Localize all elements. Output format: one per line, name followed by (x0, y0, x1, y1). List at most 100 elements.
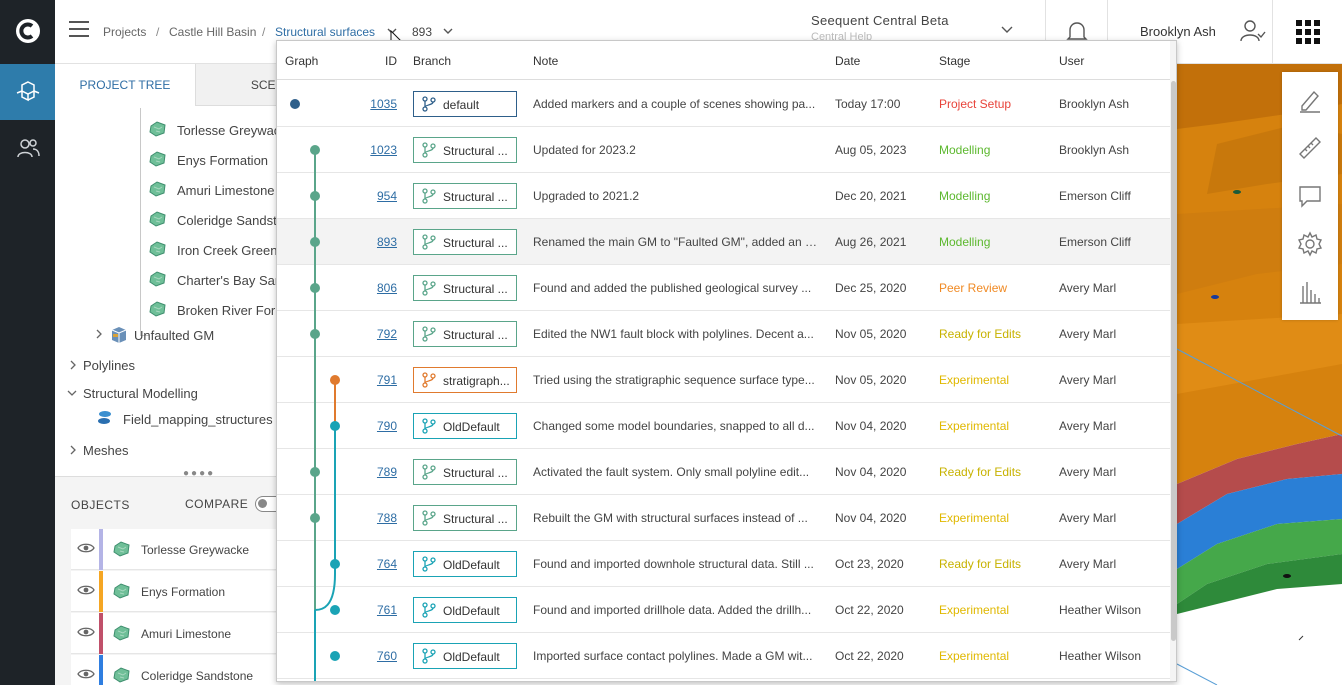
history-row[interactable]: 1023 Structural ... Updated for 2023.2 Aug … (277, 127, 1170, 173)
branch-tag[interactable]: OldDefault (413, 413, 517, 439)
surface-icon (149, 241, 166, 257)
version-id-link[interactable]: 806 (357, 281, 397, 295)
graph-commit-node[interactable] (310, 145, 320, 155)
version-id-link[interactable]: 789 (357, 465, 397, 479)
history-row[interactable]: 790 OldDefault Changed some model boundari… (277, 403, 1170, 449)
branch-tag[interactable]: default (413, 91, 517, 117)
branch-tag[interactable]: Structural ... (413, 459, 517, 485)
surface-icon (113, 625, 131, 644)
tree-item-unfaulted-gm[interactable]: Unfaulted GM (134, 328, 214, 343)
version-date: Nov 04, 2020 (835, 465, 907, 479)
history-row[interactable]: 806 Structural ... Found and added the pub… (277, 265, 1170, 311)
apps-grid-button[interactable] (1272, 0, 1342, 64)
version-id-link[interactable]: 791 (357, 373, 397, 387)
history-row[interactable]: 761 OldDefault Found and imported drillhol… (277, 587, 1170, 633)
menu-icon[interactable] (69, 21, 89, 41)
bar-chart-icon[interactable] (1296, 278, 1324, 306)
surface-icon (113, 583, 130, 599)
model-cubes-icon[interactable] (0, 64, 55, 120)
draw-pencil-icon[interactable] (1296, 86, 1324, 114)
eye-visibility-icon[interactable] (77, 542, 95, 554)
history-row[interactable]: 789 Structural ... Activated the fault sys… (277, 449, 1170, 495)
branch-name: Structural ... (443, 466, 508, 480)
settings-gear-icon[interactable] (1296, 230, 1324, 258)
version-id-link[interactable]: 893 (357, 235, 397, 249)
version-number[interactable]: 893 (412, 25, 432, 39)
branch-icon (422, 372, 436, 388)
branch-tag[interactable]: OldDefault (413, 551, 517, 577)
graph-commit-node[interactable] (310, 237, 320, 247)
branch-icon (422, 142, 436, 158)
branch-tag[interactable]: Structural ... (413, 137, 517, 163)
graph-commit-node[interactable] (310, 283, 320, 293)
graph-commit-node[interactable] (330, 605, 340, 615)
branch-tag[interactable]: OldDefault (413, 643, 517, 669)
version-user: Avery Marl (1059, 511, 1117, 525)
scrollbar-thumb[interactable] (1171, 81, 1176, 641)
comment-icon[interactable] (1296, 182, 1324, 210)
tree-item-meshes[interactable]: Meshes (83, 443, 129, 458)
version-id-link[interactable]: 790 (357, 419, 397, 433)
branch-tag[interactable]: Structural ... (413, 275, 517, 301)
breadcrumb-projects[interactable]: Projects (103, 25, 146, 39)
history-row[interactable]: 791 stratigraph... Tried using the stratig… (277, 357, 1170, 403)
scrollbar[interactable] (1170, 41, 1176, 681)
version-id-link[interactable]: 788 (357, 511, 397, 525)
chevron-down-icon[interactable] (1001, 26, 1013, 34)
surface-icon (149, 211, 166, 227)
branch-tag[interactable]: Structural ... (413, 505, 517, 531)
tree-item-polylines[interactable]: Polylines (83, 358, 135, 373)
branch-tag[interactable]: Structural ... (413, 183, 517, 209)
version-user: Avery Marl (1059, 281, 1117, 295)
history-row[interactable]: 1035 default Added markers and a couple of… (277, 81, 1170, 127)
graph-commit-node[interactable] (310, 191, 320, 201)
branch-tag[interactable]: stratigraph... (413, 367, 517, 393)
graph-commit-node[interactable] (310, 467, 320, 477)
tab-project-tree[interactable]: PROJECT TREE (55, 64, 196, 106)
branch-tag[interactable]: OldDefault (413, 597, 517, 623)
graph-commit-node[interactable] (330, 421, 340, 431)
graph-commit-node[interactable] (330, 559, 340, 569)
breadcrumb-branch[interactable]: Structural surfaces (275, 25, 375, 39)
version-id-link[interactable]: 1023 (357, 143, 397, 157)
eye-visibility-icon[interactable] (77, 668, 95, 680)
graph-commit-node[interactable] (310, 329, 320, 339)
tree-item-surface[interactable]: Amuri Limestone (177, 183, 275, 198)
version-id-link[interactable]: 760 (357, 649, 397, 663)
central-title[interactable]: Seequent Central Beta (811, 13, 949, 28)
chevron-down-icon[interactable] (443, 28, 453, 35)
version-id-link[interactable]: 792 (357, 327, 397, 341)
chevron-right-icon[interactable] (69, 360, 77, 370)
tree-item-field-mapping[interactable]: Field_mapping_structures (123, 412, 273, 427)
history-row[interactable]: 792 Structural ... Edited the NW1 fault bl… (277, 311, 1170, 357)
branch-tag[interactable]: Structural ... (413, 321, 517, 347)
surface-icon (149, 271, 166, 287)
column-stage: Stage (939, 54, 971, 68)
branch-tag[interactable]: Structural ... (413, 229, 517, 255)
version-id-link[interactable]: 1035 (357, 97, 397, 111)
chevron-right-icon[interactable] (69, 445, 77, 455)
version-id-link[interactable]: 764 (357, 557, 397, 571)
graph-commit-node[interactable] (330, 651, 340, 661)
graph-commit-node[interactable] (310, 513, 320, 523)
version-date: Nov 05, 2020 (835, 373, 907, 387)
version-id-link[interactable]: 761 (357, 603, 397, 617)
history-row[interactable]: 954 Structural ... Upgraded to 2021.2 Dec 2… (277, 173, 1170, 219)
breadcrumb-project[interactable]: Castle Hill Basin (169, 25, 256, 39)
history-row[interactable]: 788 Structural ... Rebuilt the GM with str… (277, 495, 1170, 541)
chevron-right-icon[interactable] (95, 329, 103, 339)
ruler-icon[interactable] (1296, 134, 1324, 162)
team-users-icon[interactable] (0, 120, 55, 176)
tree-item-surface[interactable]: Enys Formation (177, 153, 268, 168)
eye-visibility-icon[interactable] (77, 626, 95, 638)
tree-item-structural-modelling[interactable]: Structural Modelling (83, 386, 198, 401)
version-id-link[interactable]: 954 (357, 189, 397, 203)
history-row[interactable]: 760 OldDefault Imported surface contact po… (277, 633, 1170, 679)
history-row[interactable]: 893 Structural ... Renamed the main GM to … (277, 219, 1170, 265)
graph-commit-node[interactable] (330, 375, 340, 385)
eye-visibility-icon[interactable] (77, 584, 95, 596)
history-row[interactable]: 764 OldDefault Found and imported downhole… (277, 541, 1170, 587)
central-logo-icon[interactable] (0, 0, 55, 62)
graph-commit-node[interactable] (290, 99, 300, 109)
chevron-down-icon[interactable] (67, 389, 77, 397)
